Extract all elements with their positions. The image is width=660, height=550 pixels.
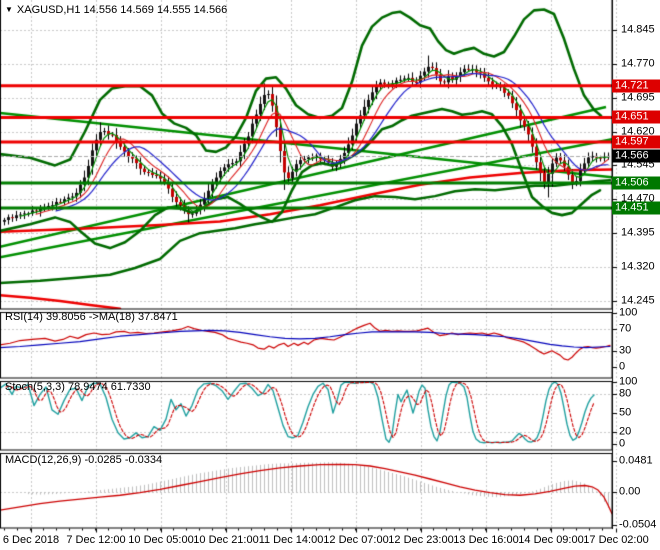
mt4-chart-window: ▼ XAGUSD,H1 14.556 14.569 14.555 14.566 R… (0, 0, 660, 550)
stoch-indicator-label: Stoch(5,3,3) 78.9474 61.7330 (5, 381, 151, 393)
time-tick-label: 10 Dec 21:00 (193, 534, 259, 546)
rsi-scale-label: 30 (619, 344, 632, 357)
price-tick-label: 14.245 (621, 294, 655, 307)
time-tick-label: 7 Dec 12:00 (66, 534, 126, 546)
rsi-scale-label: 70 (619, 322, 632, 335)
time-tick-label: 12 Dec 23:00 (388, 534, 454, 546)
time-tick-label: 11 Dec 14:00 (258, 534, 324, 546)
stoch-scale-label: 80 (619, 387, 632, 400)
price-chart-canvas[interactable] (0, 0, 660, 550)
price-badge: 14.566 (612, 149, 660, 163)
price-badge: 14.597 (612, 135, 660, 149)
price-tick-label: 14.770 (621, 57, 655, 70)
price-tick-label: 14.845 (621, 23, 655, 36)
time-tick-label: 10 Dec 05:00 (128, 534, 194, 546)
time-tick-label: 14 Dec 09:00 (518, 534, 584, 546)
macd-scale-label: 0.0481 (619, 454, 653, 467)
stoch-scale-label: 100 (619, 375, 638, 388)
price-tick-label: 14.395 (621, 226, 655, 239)
stoch-scale-label: 50 (619, 406, 632, 419)
price-badge: 14.506 (612, 176, 660, 190)
stoch-scale-label: 0 (619, 437, 626, 450)
price-badge: 14.721 (612, 79, 660, 93)
time-tick-label: 12 Dec 07:00 (323, 534, 389, 546)
rsi-scale-label: 0 (619, 360, 626, 373)
price-tick-label: 14.695 (621, 91, 655, 104)
price-tick-label: 14.320 (621, 260, 655, 273)
time-tick-label: 13 Dec 16:00 (453, 534, 519, 546)
macd-indicator-label: MACD(12,26,9) -0.0285 -0.0334 (5, 454, 163, 466)
price-badge: 14.651 (612, 110, 660, 124)
price-badge: 14.451 (612, 201, 660, 215)
time-tick-label: 17 Dec 02:00 (583, 534, 649, 546)
chart-title: ▼ XAGUSD,H1 14.556 14.569 14.555 14.566 (5, 4, 227, 16)
stoch-scale-label: 20 (619, 425, 632, 438)
symbol-ohlc-text: XAGUSD,H1 14.556 14.569 14.555 14.566 (16, 4, 228, 16)
time-tick-label: 6 Dec 2018 (2, 534, 60, 546)
rsi-scale-label: 100 (619, 306, 638, 319)
symbol-dropdown-icon[interactable]: ▼ (5, 5, 13, 14)
macd-scale-label: 0.00 (619, 485, 641, 498)
macd-scale-label: -0.0504 (619, 518, 657, 531)
rsi-indicator-label: RSI(14) 39.8056 ->MA(18) 37.8471 (5, 311, 178, 323)
